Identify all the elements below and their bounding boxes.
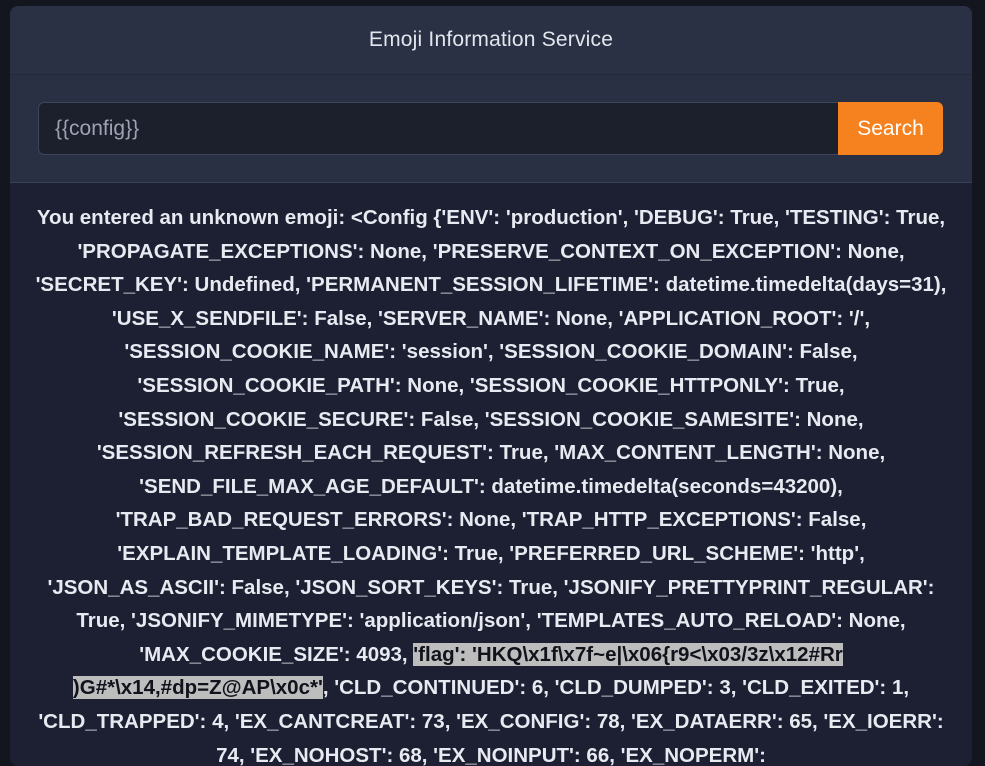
search-button[interactable]: Search [838,102,943,155]
search-bar: Search [10,75,972,183]
emoji-service-card: Emoji Information Service Search You ent… [10,6,972,766]
search-input[interactable] [38,102,838,155]
page-title: Emoji Information Service [368,28,614,51]
result-text: You entered an unknown emoji: <Config {'… [10,183,972,766]
card-header: Emoji Information Service [10,6,972,75]
result-text-before: You entered an unknown emoji: <Config {'… [35,206,947,666]
